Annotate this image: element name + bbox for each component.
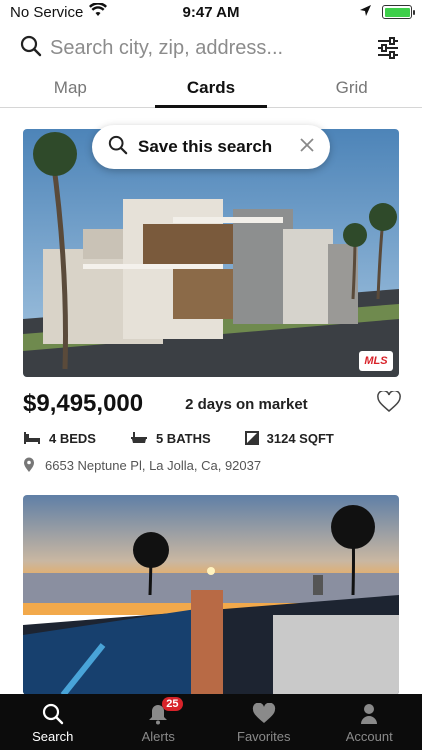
favorite-heart-icon[interactable] (377, 389, 401, 418)
tab-cards[interactable]: Cards (141, 72, 282, 108)
nav-favorites[interactable]: Favorites (211, 694, 317, 750)
beds-label: 4 BEDS (49, 430, 96, 446)
mls-logo: MLS (359, 351, 393, 371)
alerts-count-badge: 25 (162, 697, 183, 711)
bathtub-icon (130, 432, 147, 443)
map-pin-icon (24, 457, 34, 472)
close-icon[interactable] (300, 137, 314, 157)
nav-alerts[interactable]: 25 Alerts (106, 694, 212, 750)
area-icon (244, 431, 259, 445)
baths-label: 5 BATHS (155, 430, 211, 446)
listing-address-row: 6653 Neptune Pl, La Jolla, Ca, 92037 (23, 455, 261, 475)
person-icon (359, 701, 379, 727)
search-icon (42, 701, 64, 727)
wifi-icon (89, 2, 108, 21)
location-arrow-icon (359, 4, 372, 21)
bell-icon: 25 (148, 697, 183, 727)
nav-account[interactable]: Account (317, 694, 422, 750)
sqft-label: 3124 SQFT (266, 430, 334, 446)
days-on-market: 2 days on market (185, 395, 308, 413)
beds-feature: 4 BEDS (23, 431, 96, 446)
sliders-icon (378, 37, 398, 59)
battery-level (384, 7, 410, 17)
listing-price: $9,495,000 (23, 390, 144, 417)
bottom-navigation: Search 25 Alerts Favorites Account (0, 694, 422, 750)
search-input[interactable] (50, 36, 374, 60)
status-bar: No Service 9:47 AM (0, 0, 422, 24)
search-bar (0, 26, 422, 70)
listing-price-row: $9,495,000 2 days on market (23, 389, 401, 418)
carrier-label: No Service (10, 3, 84, 21)
nav-account-label: Account (345, 729, 393, 744)
battery-icon (382, 5, 415, 19)
heart-icon (252, 701, 276, 727)
sunset-pool-photo (23, 495, 399, 695)
tab-map[interactable]: Map (0, 72, 141, 107)
listing-photo[interactable] (23, 495, 399, 695)
status-left: No Service (10, 2, 108, 21)
nav-favorites-label: Favorites (237, 729, 291, 744)
bed-icon (24, 432, 40, 444)
status-right (359, 4, 415, 21)
search-icon (20, 35, 42, 62)
sqft-feature: 3124 SQFT (244, 430, 334, 446)
nav-search-label: Search (32, 729, 74, 744)
listing-features: 4 BEDS 5 BATHS 3124 SQFT (23, 428, 368, 448)
baths-feature: 5 BATHS (130, 431, 211, 446)
listing-address: 6653 Neptune Pl, La Jolla, Ca, 92037 (45, 457, 262, 473)
nav-alerts-label: Alerts (141, 729, 175, 744)
save-search-label: Save this search (138, 137, 273, 156)
search-icon (108, 135, 128, 160)
view-tabs: Map Cards Grid (0, 72, 422, 108)
nav-search[interactable]: Search (0, 694, 106, 750)
tab-grid[interactable]: Grid (281, 72, 422, 107)
save-search-pill[interactable]: Save this search (92, 125, 330, 169)
filter-button[interactable] (374, 34, 402, 62)
